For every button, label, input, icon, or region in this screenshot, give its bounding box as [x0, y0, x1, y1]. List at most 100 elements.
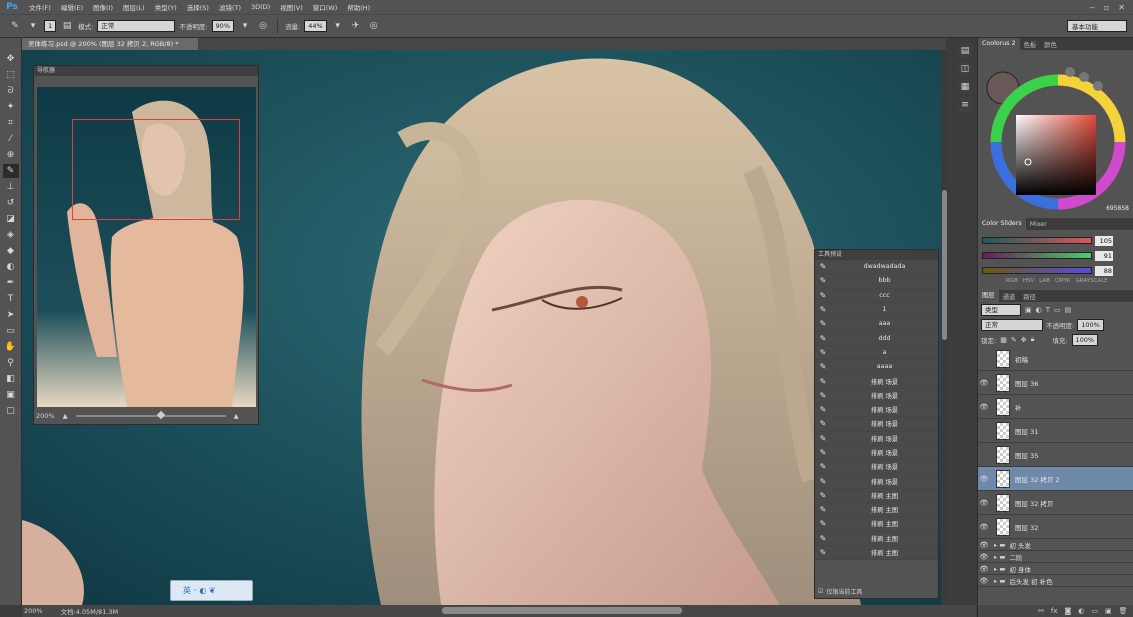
flow-field[interactable]: 44%	[304, 20, 327, 32]
tab-color-sliders[interactable]: Color Sliders	[978, 218, 1026, 230]
preset-item[interactable]: ✎ bbb	[815, 274, 938, 289]
eyedropper-icon[interactable]: ⁄	[3, 132, 19, 146]
menu-window[interactable]: 窗口(W)	[308, 2, 343, 12]
pressure-opacity-icon[interactable]: ◎	[256, 19, 270, 33]
filter-shape-icon[interactable]: ▭	[1054, 306, 1061, 314]
visibility-eye-icon[interactable]: 👁︎	[978, 475, 990, 483]
menu-view[interactable]: 视图(V)	[275, 2, 308, 12]
hand-tool-icon[interactable]: ✋	[3, 340, 19, 354]
minimize-icon[interactable]: ‒	[1090, 3, 1095, 12]
blur-tool-icon[interactable]: ◆	[3, 244, 19, 258]
chevron-down-icon[interactable]: ▾	[26, 19, 40, 33]
menu-image[interactable]: 图像(I)	[88, 2, 118, 12]
path-select-icon[interactable]: ➤	[3, 308, 19, 322]
visibility-eye-icon[interactable]: 👁︎	[978, 403, 990, 411]
pen-tool-icon[interactable]: ✒	[3, 276, 19, 290]
menu-filter[interactable]: 滤镜(T)	[214, 2, 246, 12]
preset-item[interactable]: ✎ 排刷 主图	[815, 517, 938, 532]
green-slider[interactable]	[982, 252, 1092, 259]
preset-item[interactable]: ✎ 排刷 主图	[815, 545, 938, 561]
menu-select[interactable]: 选择(S)	[182, 2, 214, 12]
menu-help[interactable]: 帮助(H)	[342, 2, 375, 12]
type-tool-icon[interactable]: T	[3, 292, 19, 306]
tab-color[interactable]: 颜色	[1040, 40, 1061, 49]
folder-icon[interactable]: ▸ ▬	[994, 577, 1005, 585]
horizontal-scrollbar[interactable]	[442, 607, 682, 614]
link-layers-icon[interactable]: ⚯	[1038, 607, 1044, 615]
delete-icon[interactable]: 🗑︎	[1119, 607, 1128, 615]
workspace-select[interactable]: 基本功能	[1067, 20, 1127, 32]
shape-tool-icon[interactable]: ▭	[3, 324, 19, 338]
preset-item[interactable]: ✎ 排刷 场景	[815, 445, 938, 461]
filter-type-icon[interactable]: T	[1046, 306, 1050, 314]
paint-bucket-icon[interactable]: ◈	[3, 228, 19, 242]
tab-paths[interactable]: 路径	[1019, 292, 1040, 301]
blue-value[interactable]: 88	[1095, 265, 1113, 276]
layer-group[interactable]: 👁︎ ▸ ▬ 二阶	[978, 551, 1133, 563]
quick-mask-icon[interactable]: ▣	[3, 388, 19, 402]
new-group-icon[interactable]: ▭	[1091, 607, 1098, 615]
preset-item[interactable]: ✎ 排刷 场景	[815, 402, 938, 418]
view-frame[interactable]	[72, 119, 240, 220]
fx-icon[interactable]: fx	[1051, 607, 1058, 615]
clone-stamp-icon[interactable]: ⊥	[3, 180, 19, 194]
panel-icon[interactable]: ▤	[958, 44, 972, 58]
menu-layer[interactable]: 图层(L)	[118, 2, 150, 12]
green-value[interactable]: 91	[1095, 250, 1113, 261]
zoom-readout[interactable]: 200%	[24, 607, 43, 615]
move-tool-icon[interactable]: ✥	[3, 52, 19, 66]
preset-item[interactable]: ✎ 排刷 场景	[815, 460, 938, 475]
folder-icon[interactable]: ▸ ▬	[994, 553, 1005, 561]
mode-cmyk[interactable]: CMYK	[1055, 278, 1071, 284]
mode-select[interactable]: 正常	[97, 20, 176, 32]
opacity-field[interactable]: 90%	[211, 20, 234, 32]
menu-3d[interactable]: 3D(D)	[246, 3, 275, 11]
visibility-eye-icon[interactable]: 👁︎	[978, 541, 990, 549]
visibility-eye-icon[interactable]: 👁︎	[978, 379, 990, 387]
preset-item[interactable]: ✎ 排刷 场景	[815, 388, 938, 403]
close-icon[interactable]: ✕	[1118, 3, 1125, 12]
scroll-thumb[interactable]	[942, 190, 947, 340]
preset-item[interactable]: ✎ 排刷 主图	[815, 503, 938, 518]
layer-opacity-field[interactable]: 100%	[1077, 318, 1104, 331]
menu-edit[interactable]: 编辑(E)	[56, 2, 88, 12]
preset-item[interactable]: ✎ 排刷 场景	[815, 431, 938, 446]
filter-smart-icon[interactable]: ▤	[1065, 306, 1072, 314]
ime-toolbar[interactable]: 英 ᵕ ◐ ❦	[170, 580, 253, 601]
visibility-eye-icon[interactable]: 👁︎	[978, 565, 990, 573]
tab-layers[interactable]: 图层	[978, 290, 999, 302]
navigator-zoom[interactable]: 200%	[36, 412, 55, 420]
history-brush-icon[interactable]: ↺	[3, 196, 19, 210]
preset-item[interactable]: ✎ ccc	[815, 288, 938, 303]
layer-row[interactable]: 👁︎ 图层 32 拷贝	[978, 491, 1133, 515]
layer-row[interactable]: 图层 31	[978, 419, 1133, 443]
lock-transparent-icon[interactable]: ▦	[1000, 336, 1007, 344]
mode-lab[interactable]: LAB	[1039, 278, 1050, 284]
preset-item[interactable]: ✎ 1	[815, 302, 938, 318]
tab-swatches[interactable]: 色板	[1020, 40, 1041, 49]
lasso-tool-icon[interactable]: ᘐ	[3, 84, 19, 98]
layer-group[interactable]: 👁︎ ▸ ▬ 后头发 初 补色	[978, 575, 1133, 587]
layer-group[interactable]: 👁︎ ▸ ▬ 初 身体	[978, 563, 1133, 575]
preset-item[interactable]: ✎ 排刷 主图	[815, 531, 938, 546]
dodge-tool-icon[interactable]: ◐	[3, 260, 19, 274]
lock-all-icon[interactable]: 🔒︎	[1031, 335, 1035, 344]
eraser-icon[interactable]: ◪	[3, 212, 19, 226]
healing-brush-icon[interactable]: ⊕	[3, 148, 19, 162]
visibility-eye-icon[interactable]: 👁︎	[978, 523, 990, 531]
visibility-eye-icon[interactable]: 👁︎	[978, 553, 990, 561]
tab-channels[interactable]: 通道	[999, 292, 1020, 301]
lock-position-icon[interactable]: ✥	[1021, 336, 1027, 344]
layer-row[interactable]: 👁︎ 图层 32	[978, 515, 1133, 539]
airbrush-icon[interactable]: ✈	[349, 19, 363, 33]
preset-item[interactable]: ✎ aaa	[815, 317, 938, 332]
layer-filter-select[interactable]: 类型	[981, 303, 1021, 316]
filter-pixel-icon[interactable]: ▣	[1025, 306, 1032, 314]
chevron-down-icon[interactable]: ▾	[238, 19, 252, 33]
tab-coolorus[interactable]: Coolorus 2	[978, 38, 1020, 50]
filter-adjust-icon[interactable]: ◐	[1036, 306, 1042, 314]
menu-type[interactable]: 类型(Y)	[150, 2, 182, 12]
layer-row[interactable]: 初稿	[978, 347, 1133, 371]
layer-row[interactable]: 👁︎ 图层 32 拷贝 2	[978, 467, 1133, 491]
preset-item[interactable]: ✎ a	[815, 345, 938, 361]
